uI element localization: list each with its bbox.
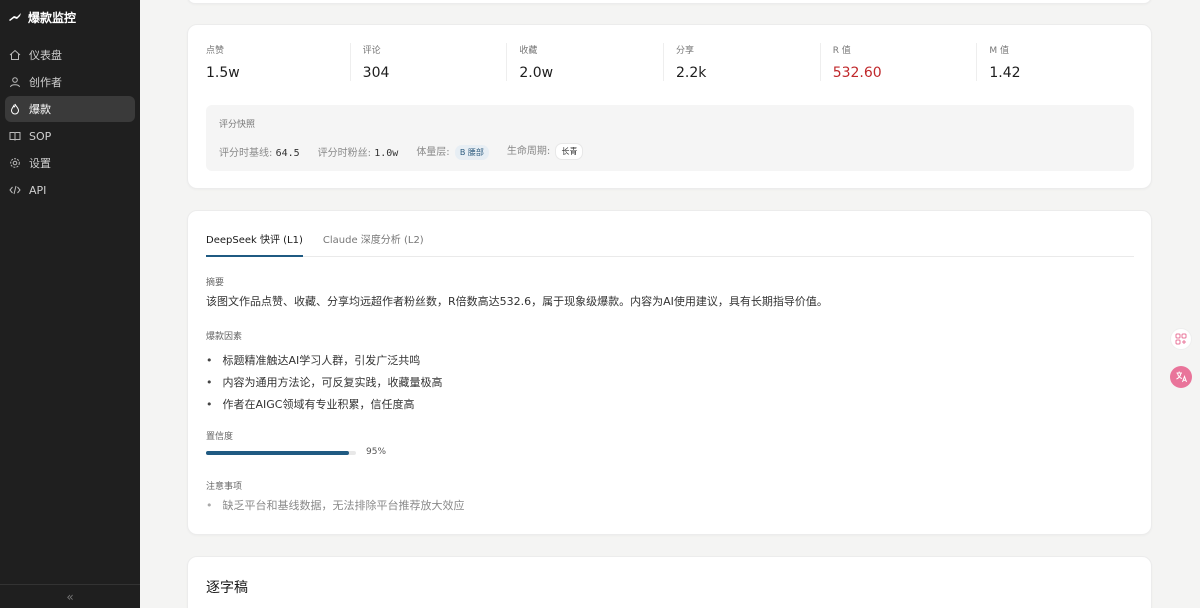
stat-m-value: M 值 1.42 (976, 43, 1133, 81)
confidence-bar (206, 451, 356, 455)
analysis-tabs: DeepSeek 快评 (L1) Claude 深度分析 (L2) (206, 229, 1134, 257)
apps-grid-icon (1175, 330, 1187, 349)
stat-label: 点赞 (206, 46, 225, 56)
stat-value: 1.42 (989, 65, 1021, 81)
snapshot-tier: 体量层: B 腰部 (416, 143, 489, 160)
transcript-card: 逐字稿 (187, 556, 1152, 608)
main-content: 点赞 1.5w 评论 304 收藏 2.0w 分享 2.2k R 值 532.6… (140, 0, 1200, 608)
sidebar-item-hits[interactable]: 爆款 (5, 96, 135, 122)
stat-comments: 评论 304 (349, 43, 507, 81)
snapshot-lifecycle: 生命周期: 长青 (507, 142, 584, 160)
sidebar-item-sop[interactable]: SOP (5, 123, 135, 149)
tier-label: 体量层: (416, 146, 450, 158)
chevrons-left-icon: « (66, 589, 74, 604)
collapse-sidebar-button[interactable]: « (0, 584, 140, 608)
confidence-value: 95% (366, 447, 387, 457)
stat-value: 1.5w (206, 65, 240, 81)
sidebar-item-label: 创作者 (29, 76, 62, 89)
stat-shares: 分享 2.2k (663, 43, 820, 81)
code-icon (9, 184, 21, 196)
gear-icon (9, 157, 21, 169)
baseline-label: 评分时基线: (219, 147, 273, 159)
list-item: 标题精准触达AI学习人群，引发广泛共鸣 (206, 349, 443, 371)
transcript-title: 逐字稿 (206, 580, 248, 596)
translate-icon (1175, 368, 1188, 387)
snapshot-baseline: 评分时基线: 64.5 (219, 144, 300, 159)
snapshot-fans: 评分时粉丝: 1.0w (318, 144, 399, 159)
book-icon (9, 130, 21, 142)
stat-value: 2.2k (676, 65, 707, 81)
fans-value: 1.0w (374, 147, 399, 159)
stat-r-value: R 值 532.60 (819, 43, 977, 81)
factors-list: 标题精准触达AI学习人群，引发广泛共鸣 内容为通用方法论，可反复实践，收藏量极高… (206, 349, 443, 415)
translate-button[interactable] (1170, 366, 1192, 388)
summary-text: 该图文作品点赞、收藏、分享均远超作者粉丝数，R倍数高达532.6，属于现象级爆款… (206, 295, 828, 308)
apps-button[interactable] (1170, 328, 1192, 350)
sidebar-nav: 仪表盘 创作者 爆款 SOP 设置 API (0, 42, 140, 203)
list-item: 作者在AIGC领域有专业积累，信任度高 (206, 393, 443, 415)
tab-deepseek[interactable]: DeepSeek 快评 (L1) (206, 229, 303, 257)
stats-card: 点赞 1.5w 评论 304 收藏 2.0w 分享 2.2k R 值 532.6… (187, 24, 1152, 189)
stat-label: 分享 (676, 46, 695, 56)
fans-label: 评分时粉丝: (317, 147, 372, 159)
fire-icon (9, 103, 21, 115)
confidence-label: 置信度 (206, 432, 234, 442)
sidebar-item-label: 仪表盘 (29, 49, 62, 62)
stat-likes: 点赞 1.5w (206, 43, 350, 81)
top-card-edge (187, 0, 1152, 4)
dashboard-icon (9, 49, 21, 61)
user-icon (9, 76, 21, 88)
sidebar-item-label: API (29, 183, 47, 197)
stat-value: 532.60 (832, 65, 882, 81)
lifecycle-label: 生命周期: (506, 146, 551, 157)
stat-value: 2.0w (519, 65, 554, 81)
stat-label: M 值 (989, 46, 1009, 56)
sidebar: 爆款监控 仪表盘 创作者 爆款 SOP 设置 API « (0, 0, 140, 608)
notes-label: 注意事项 (206, 482, 243, 492)
confidence-bar-fill (206, 451, 349, 455)
stat-label: R 值 (832, 46, 851, 56)
sidebar-item-settings[interactable]: 设置 (5, 150, 135, 176)
analysis-card: DeepSeek 快评 (L1) Claude 深度分析 (L2) 摘要 该图文… (187, 210, 1152, 535)
notes-list: 缺乏平台和基线数据，无法排除平台推荐放大效应 (206, 497, 465, 513)
app-logo-icon (8, 10, 22, 24)
list-item: 内容为通用方法论，可反复实践，收藏量极高 (206, 371, 443, 393)
list-item: 缺乏平台和基线数据，无法排除平台推荐放大效应 (206, 497, 465, 513)
brand[interactable]: 爆款监控 (0, 0, 140, 34)
lifecycle-badge: 长青 (555, 143, 584, 160)
summary-label: 摘要 (206, 278, 225, 288)
sidebar-item-creators[interactable]: 创作者 (5, 69, 135, 95)
factors-label: 爆款因素 (206, 332, 243, 342)
stat-label: 评论 (362, 46, 381, 56)
stat-favorites: 收藏 2.0w (506, 43, 663, 81)
stat-value: 304 (362, 65, 390, 81)
baseline-value: 64.5 (275, 147, 300, 159)
snapshot-row: 评分时基线: 64.5 评分时粉丝: 1.0w 体量层: B 腰部 生命周期: … (219, 142, 1121, 160)
sidebar-item-label: 设置 (29, 157, 51, 170)
stats-row: 点赞 1.5w 评论 304 收藏 2.0w 分享 2.2k R 值 532.6… (188, 25, 1151, 81)
score-snapshot: 评分快照 评分时基线: 64.5 评分时粉丝: 1.0w 体量层: B 腰部 生… (206, 105, 1134, 171)
snapshot-title: 评分快照 (219, 120, 256, 130)
tab-claude[interactable]: Claude 深度分析 (L2) (323, 229, 424, 257)
tier-badge: B 腰部 (454, 144, 489, 160)
sidebar-item-label: SOP (29, 129, 52, 143)
sidebar-item-api[interactable]: API (5, 177, 135, 203)
sidebar-item-dashboard[interactable]: 仪表盘 (5, 42, 135, 68)
app-title: 爆款监控 (28, 10, 77, 25)
sidebar-item-label: 爆款 (29, 103, 51, 116)
stat-label: 收藏 (519, 46, 538, 56)
